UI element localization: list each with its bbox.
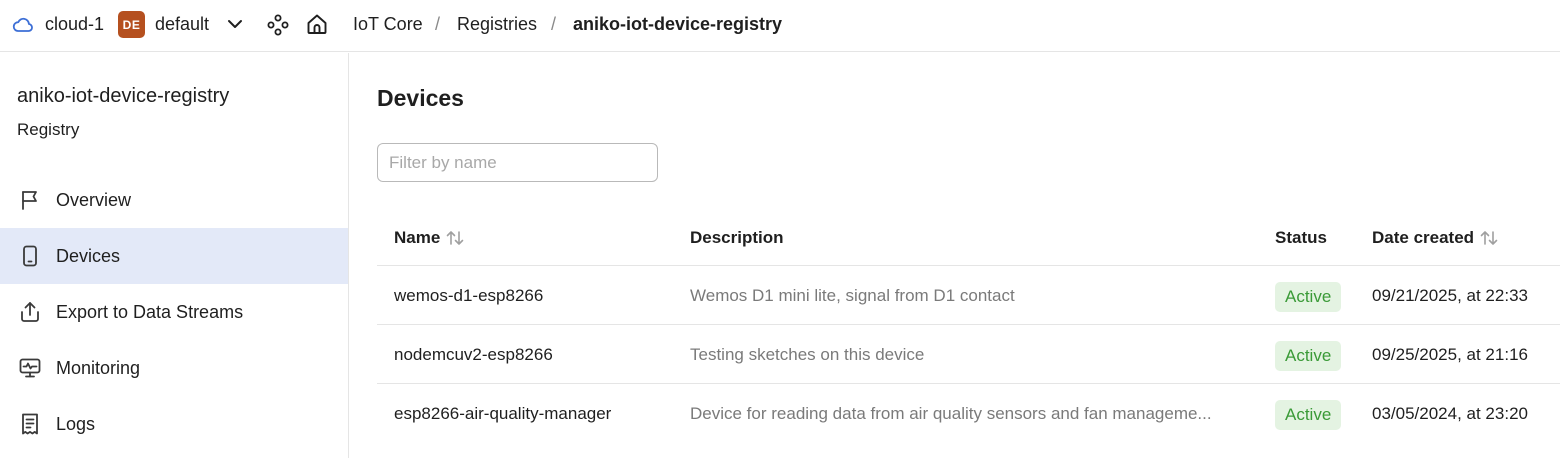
registry-title: aniko-iot-device-registry	[17, 85, 230, 107]
column-header-name[interactable]: Name	[394, 227, 466, 249]
cloud-icon[interactable]	[11, 13, 35, 37]
table-row[interactable]: nodemcuv2-esp8266 Testing sketches on th…	[377, 325, 1560, 384]
flag-icon	[22, 191, 37, 210]
status-badge: Active	[1275, 282, 1342, 312]
breadcrumb-current: aniko-iot-device-registry	[573, 14, 783, 34]
sidebar-item-logs[interactable]: Logs	[0, 396, 348, 452]
monitor-icon	[19, 358, 41, 378]
table-row[interactable]: esp8266-air-quality-manager Device for r…	[377, 384, 1560, 443]
column-header-label: Date created	[1372, 228, 1475, 247]
sidebar-item-export[interactable]: Export to Data Streams	[0, 284, 348, 340]
registry-subtitle: Registry	[17, 120, 80, 139]
status-badge: Active	[1275, 400, 1342, 430]
sidebar: aniko-iot-device-registry Registry Overv…	[0, 53, 349, 458]
device-date-created: 09/25/2025, at 21:16	[1372, 345, 1528, 364]
breadcrumb-iot-core[interactable]: IoT Core	[353, 13, 423, 35]
sidebar-item-label: Logs	[56, 414, 96, 434]
sidebar-item-label: Monitoring	[56, 358, 141, 378]
cloud-selector[interactable]: cloud-1	[45, 13, 104, 35]
sidebar-item-label: Overview	[56, 190, 132, 210]
receipt-icon	[22, 413, 38, 435]
column-header-label: Name	[394, 228, 441, 247]
folder-badge[interactable]: DE	[118, 11, 145, 38]
phone-icon	[23, 245, 37, 267]
services-icon[interactable]	[266, 13, 290, 37]
device-description: Device for reading data from air quality…	[690, 404, 1212, 423]
chevron-down-icon[interactable]	[226, 15, 244, 33]
sidebar-item-monitoring[interactable]: Monitoring	[0, 340, 348, 396]
home-icon[interactable]	[305, 12, 329, 36]
sort-icon[interactable]	[444, 229, 466, 247]
folder-selector[interactable]: default	[155, 13, 209, 35]
page-title: Devices	[377, 85, 464, 111]
column-header-label: Description	[690, 228, 784, 247]
sort-icon[interactable]	[1478, 229, 1500, 247]
sidebar-item-devices[interactable]: Devices	[0, 228, 348, 284]
filter-input[interactable]	[377, 143, 658, 182]
breadcrumb-separator: /	[551, 14, 557, 34]
device-name[interactable]: esp8266-air-quality-manager	[394, 403, 611, 425]
sidebar-item-label: Devices	[56, 246, 121, 266]
sidebar-item-label: Export to Data Streams	[56, 302, 244, 322]
table-row[interactable]: wemos-d1-esp8266 Wemos D1 mini lite, sig…	[377, 266, 1560, 325]
column-header-status: Status	[1275, 227, 1327, 249]
column-header-label: Status	[1275, 228, 1327, 247]
device-description: Wemos D1 mini lite, signal from D1 conta…	[690, 286, 1015, 305]
sidebar-item-overview[interactable]: Overview	[0, 172, 348, 228]
status-badge: Active	[1275, 341, 1342, 371]
breadcrumb-separator: /	[435, 14, 441, 34]
upload-icon	[21, 302, 39, 322]
column-header-description: Description	[690, 227, 784, 249]
device-date-created: 03/05/2024, at 23:20	[1372, 404, 1528, 423]
column-header-date-created[interactable]: Date created	[1372, 227, 1500, 249]
device-date-created: 09/21/2025, at 22:33	[1372, 286, 1528, 305]
device-name[interactable]: nodemcuv2-esp8266	[394, 344, 553, 366]
top-bar: cloud-1 DE default IoT Core / Registries…	[0, 0, 1560, 52]
device-name[interactable]: wemos-d1-esp8266	[394, 285, 543, 307]
device-description: Testing sketches on this device	[690, 345, 925, 364]
breadcrumb-registries[interactable]: Registries	[457, 13, 537, 35]
